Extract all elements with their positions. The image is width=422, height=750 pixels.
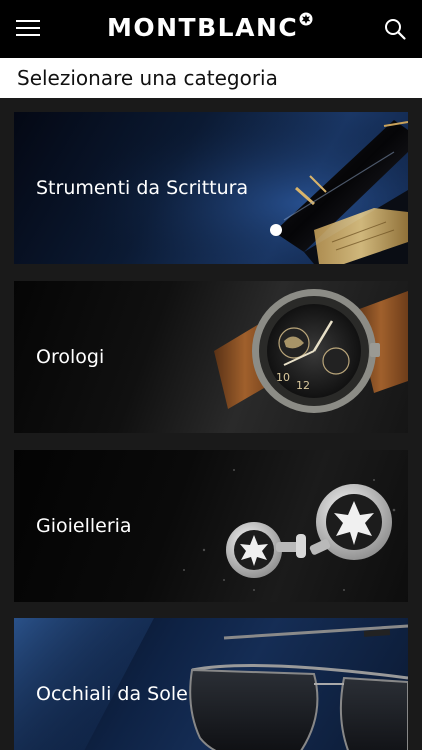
category-label: Gioielleria: [36, 515, 132, 537]
hamburger-menu-icon[interactable]: [16, 18, 40, 38]
svg-text:10: 10: [276, 371, 290, 384]
category-label: Strumenti da Scrittura: [36, 177, 249, 199]
category-card-watches[interactable]: 10 12 Orologi: [14, 281, 408, 433]
category-label: Orologi: [36, 346, 105, 368]
category-card-writing-instruments[interactable]: Strumenti da Scrittura: [14, 112, 408, 264]
brand-name: MONTBLANC: [107, 13, 299, 42]
category-label: Occhiali da Sole: [36, 683, 188, 705]
app-screen: MONTBLANC Selezionare una categoria Stru…: [0, 0, 422, 750]
montblanc-star-icon: [299, 12, 313, 26]
category-header: Selezionare una categoria: [0, 58, 422, 98]
category-card-jewelry[interactable]: Gioielleria: [14, 450, 408, 602]
search-icon[interactable]: [383, 17, 407, 41]
category-card-sunglasses[interactable]: Occhiali da Sole: [14, 618, 408, 750]
svg-text:12: 12: [296, 379, 310, 392]
top-bar: MONTBLANC: [0, 0, 422, 58]
category-header-title: Selezionare una categoria: [17, 66, 278, 90]
brand-logo[interactable]: MONTBLANC: [107, 11, 313, 45]
